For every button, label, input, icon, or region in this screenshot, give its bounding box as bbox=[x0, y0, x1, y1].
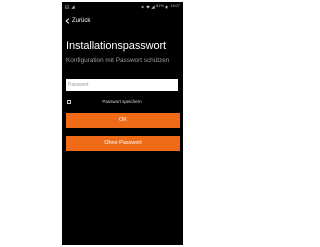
signal-icon bbox=[71, 4, 75, 9]
page-subtitle: Konfiguration mit Passwort schützen bbox=[66, 57, 170, 64]
phone-screen: 81% 13:07 Zurück Installationspasswort K… bbox=[62, 2, 183, 245]
status-bar: 81% 13:07 bbox=[62, 2, 183, 10]
cellular-icon bbox=[151, 4, 155, 9]
battery-percent: 81% bbox=[155, 3, 164, 8]
ok-button[interactable]: OK bbox=[66, 113, 180, 128]
password-input[interactable] bbox=[66, 79, 178, 91]
remember-password-label: Passwort speichern bbox=[102, 99, 142, 104]
image-icon bbox=[65, 4, 69, 9]
status-bar-right: 81% 13:07 bbox=[141, 2, 180, 10]
back-button[interactable]: Zurück bbox=[65, 17, 90, 25]
wifi-icon bbox=[146, 4, 150, 9]
clock: 13:07 bbox=[169, 3, 180, 8]
battery-icon bbox=[165, 4, 169, 9]
mute-icon bbox=[141, 4, 145, 9]
page-title: Installationspasswort bbox=[66, 40, 167, 52]
back-label: Zurück bbox=[72, 18, 91, 24]
chevron-left-icon bbox=[65, 18, 70, 24]
status-bar-left bbox=[65, 4, 75, 9]
remember-password-row: Passwort speichern bbox=[66, 99, 178, 106]
no-password-button[interactable]: Ohne Passwort bbox=[66, 136, 180, 151]
